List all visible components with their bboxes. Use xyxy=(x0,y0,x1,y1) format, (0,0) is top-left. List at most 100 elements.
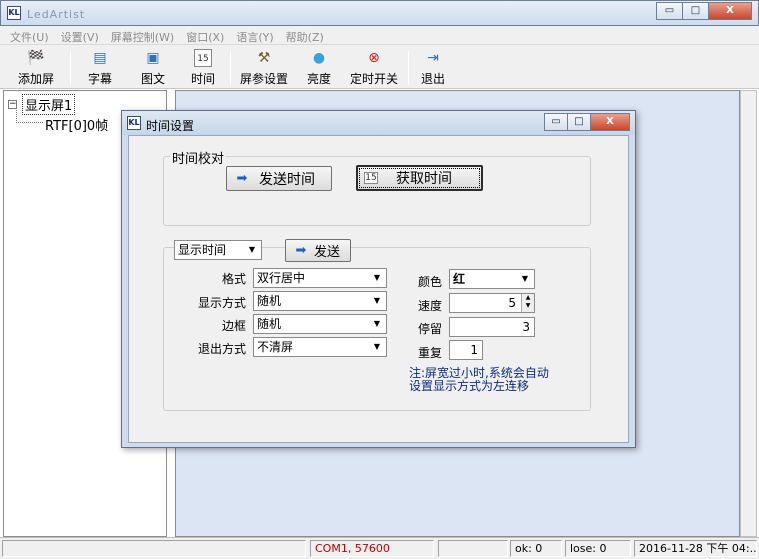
repeat-input[interactable]: 1 xyxy=(449,340,483,360)
speed-input[interactable]: 5 ▲ ▼ xyxy=(449,293,535,313)
toolbar-separator xyxy=(230,51,231,85)
window-controls: ▭ □ X xyxy=(656,2,752,20)
dialog-window-controls: ▭ □ X xyxy=(544,113,630,131)
brightness-label: 亮度 xyxy=(306,72,331,86)
send-label: 发送 xyxy=(314,245,341,260)
close-button[interactable]: X xyxy=(708,2,752,20)
stay-input[interactable]: 3 xyxy=(449,317,535,337)
menu-help[interactable]: 帮助(Z) xyxy=(280,26,330,44)
speed-label: 速度 xyxy=(417,299,442,313)
send-button[interactable]: ➡ 发送 xyxy=(285,239,351,262)
timer-switch-button[interactable]: ⊗ 定时开关 xyxy=(348,47,400,87)
main-title-bar: KL LedArtist ▭ □ X xyxy=(0,0,759,26)
dialog-app-icon: KL xyxy=(127,116,141,130)
dialog-close-button[interactable]: X xyxy=(590,113,630,131)
screen-params-button[interactable]: ⚒ 屏参设置 xyxy=(238,47,290,87)
app-icon: KL xyxy=(7,6,21,20)
spin-arrows-icon[interactable]: ▲ ▼ xyxy=(521,294,534,312)
exit-door-icon: ⇥ xyxy=(427,50,439,66)
menu-file[interactable]: 文件(U) xyxy=(4,26,55,44)
app-title: LedArtist xyxy=(27,8,86,21)
brightness-button[interactable]: ● 亮度 xyxy=(304,47,334,87)
subtitle-button[interactable]: ▤ 字幕 xyxy=(84,47,116,87)
send-arrow-icon: ➡ xyxy=(295,243,307,258)
status-cell-empty xyxy=(2,540,306,557)
get-time-button[interactable]: 15 获取时间 xyxy=(356,165,483,191)
stay-label: 停留 xyxy=(417,322,442,336)
brightness-orb-icon: ● xyxy=(312,50,326,66)
chevron-down-icon: ▼ xyxy=(521,274,529,283)
document-icon: ▤ xyxy=(93,50,107,66)
display-settings-group: 显示时间 ▼ ➡ 发送 格式 双行居中 ▼ 显示方式 随机 ▼ 边框 随机 ▼ xyxy=(163,239,591,411)
maximize-button[interactable]: □ xyxy=(682,2,709,20)
repeat-label: 重复 xyxy=(417,346,442,360)
toolbar-separator xyxy=(408,51,409,85)
menu-bar: 文件(U) 设置(V) 屏幕控制(W) 窗口(X) 语言(Y) 帮助(Z) xyxy=(0,26,759,45)
exit-button[interactable]: ⇥ 退出 xyxy=(418,47,448,87)
get-time-label: 获取时间 xyxy=(396,171,452,187)
chevron-down-icon: ▼ xyxy=(248,245,256,254)
display-mode-select[interactable]: 随机 ▼ xyxy=(253,291,387,311)
hammer-icon: ⚒ xyxy=(257,50,271,66)
exit-mode-value: 不清屏 xyxy=(257,340,294,354)
stop-x-icon: ⊗ xyxy=(368,50,380,66)
time-button[interactable]: 15 时间 xyxy=(187,47,219,87)
minimize-button[interactable]: ▭ xyxy=(656,2,683,20)
add-screen-label: 添加屏 xyxy=(17,72,54,86)
border-value: 随机 xyxy=(257,317,282,331)
mode-select[interactable]: 显示时间 ▼ xyxy=(174,240,262,260)
format-select[interactable]: 双行居中 ▼ xyxy=(253,268,387,288)
status-ok: ok: 0 xyxy=(510,540,562,557)
toolbar-separator xyxy=(70,51,71,85)
time-calibrate-group: 时间校对 ➡ 发送时间 15 获取时间 xyxy=(163,148,591,226)
toolbar: 🏁 添加屏 ▤ 字幕 ▣ 图文 15 时间 ⚒ 屏参设置 ● 亮度 ⊗ 定时开关… xyxy=(0,45,759,89)
tree-root-node[interactable]: − 显示屏1 xyxy=(8,94,76,115)
calendar-icon: 15 xyxy=(364,172,378,184)
status-bar: COM1, 57600 ok: 0 lose: 0 2016-11-28 下午 … xyxy=(0,537,759,559)
timer-switch-label: 定时开关 xyxy=(349,72,398,86)
menu-settings[interactable]: 设置(V) xyxy=(55,26,105,44)
dialog-body: 时间校对 ➡ 发送时间 15 获取时间 显示时间 ▼ ➡ 发送 格式 双行居中 xyxy=(128,135,629,443)
exit-label: 退出 xyxy=(420,72,445,86)
tree-root-label[interactable]: 显示屏1 xyxy=(22,94,76,115)
format-value: 双行居中 xyxy=(257,271,306,285)
stay-value: 3 xyxy=(522,320,530,334)
status-datetime: 2016-11-28 下午 04:.. xyxy=(634,540,757,557)
color-label: 颜色 xyxy=(417,275,442,289)
menu-language[interactable]: 语言(Y) xyxy=(230,26,279,44)
exit-mode-label: 退出方式 xyxy=(197,342,246,356)
checkered-flag-icon: 🏁 xyxy=(27,50,45,66)
time-label: 时间 xyxy=(190,72,215,86)
send-time-label: 发送时间 xyxy=(259,171,315,188)
border-label: 边框 xyxy=(221,319,246,333)
mode-select-value: 显示时间 xyxy=(178,243,227,257)
repeat-value: 1 xyxy=(470,343,478,357)
dialog-title: 时间设置 xyxy=(146,119,195,133)
time-calibrate-label: 时间校对 xyxy=(170,148,227,167)
dialog-title-bar: KL 时间设置 ▭ □ X xyxy=(122,111,635,135)
vertical-scrollbar[interactable] xyxy=(740,90,757,537)
tree-child-node[interactable]: RTF[0]0帧 xyxy=(45,115,108,134)
note-line-2: 设置显示方式为左连移 xyxy=(409,379,530,393)
screen-params-label: 屏参设置 xyxy=(239,72,288,86)
subtitle-label: 字幕 xyxy=(87,72,112,86)
menu-window[interactable]: 窗口(X) xyxy=(180,26,230,44)
add-screen-button[interactable]: 🏁 添加屏 xyxy=(14,47,58,87)
send-arrow-icon: ➡ xyxy=(236,171,248,186)
exit-mode-select[interactable]: 不清屏 ▼ xyxy=(253,337,387,357)
format-label: 格式 xyxy=(221,272,246,286)
image-text-button[interactable]: ▣ 图文 xyxy=(137,47,169,87)
speed-value: 5 xyxy=(508,296,516,310)
display-mode-label: 显示方式 xyxy=(197,296,246,310)
dialog-maximize-button[interactable]: □ xyxy=(567,113,591,131)
status-lose: lose: 0 xyxy=(565,540,631,557)
border-select[interactable]: 随机 ▼ xyxy=(253,314,387,334)
color-select[interactable]: 红 ▼ xyxy=(449,269,535,289)
status-port: COM1, 57600 xyxy=(310,540,434,557)
status-cell-empty xyxy=(438,540,508,557)
display-mode-value: 随机 xyxy=(257,294,282,308)
dialog-minimize-button[interactable]: ▭ xyxy=(544,113,568,131)
menu-screen-control[interactable]: 屏幕控制(W) xyxy=(105,26,180,44)
send-time-button[interactable]: ➡ 发送时间 xyxy=(226,166,332,191)
color-value: 红 xyxy=(453,272,466,286)
